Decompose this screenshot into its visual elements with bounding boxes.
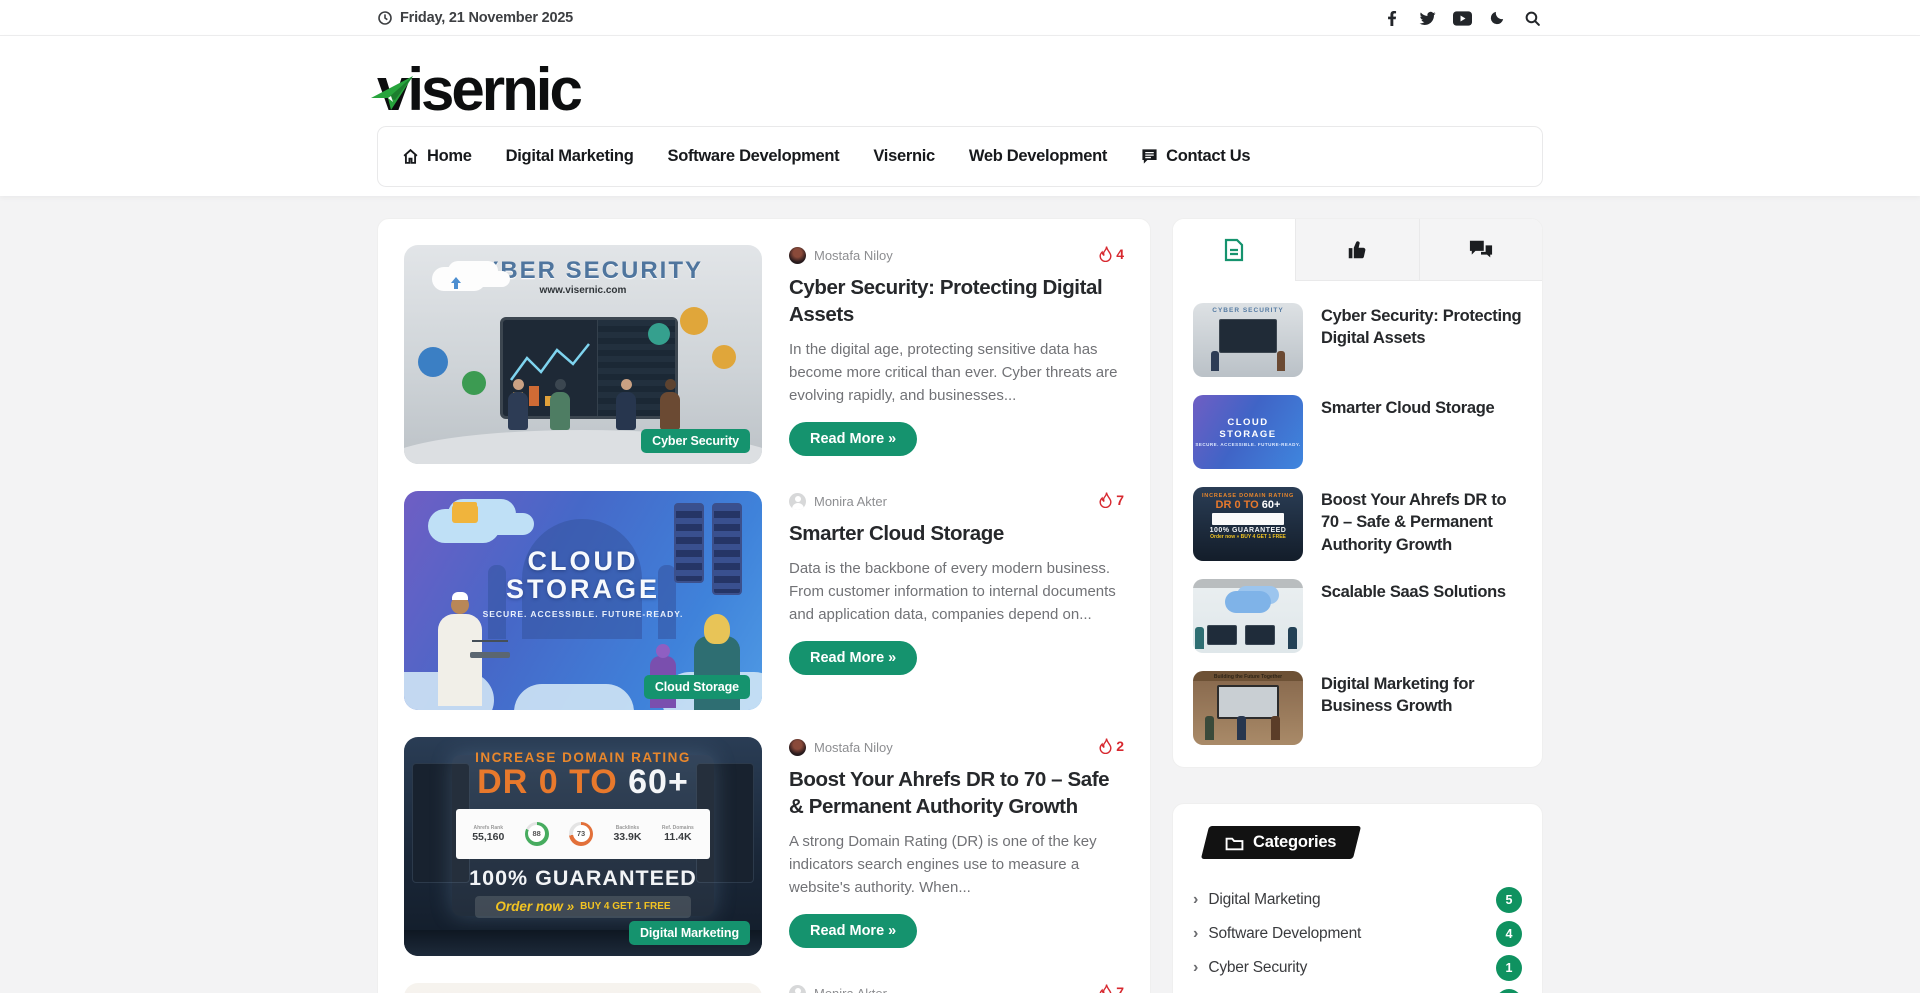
twitter-icon[interactable] xyxy=(1416,7,1438,29)
youtube-icon[interactable] xyxy=(1451,7,1473,29)
author-name[interactable]: Mostafa Niloy xyxy=(814,248,893,263)
author-name[interactable]: Monira Akter xyxy=(814,986,887,993)
date-display: Friday, 21 November 2025 xyxy=(377,10,573,26)
nav-item-software-development[interactable]: Software Development xyxy=(668,147,840,166)
recent-post-cyber-security[interactable]: CYBER SECURITY Cyber Security: Protectin… xyxy=(1193,303,1522,377)
image-heading: CLOUD STORAGE xyxy=(473,547,693,603)
category-digital-marketing[interactable]: › Digital Marketing 5 xyxy=(1193,883,1522,917)
category-count-badge: 4 xyxy=(1496,921,1522,947)
sidebar-widget-categories: Categories › Digital Marketing 5 › Softw… xyxy=(1172,803,1543,993)
nav-item-contact-us[interactable]: Contact Us xyxy=(1141,147,1250,166)
category-count-badge: 5 xyxy=(1496,887,1522,913)
home-icon xyxy=(402,148,419,165)
categories-header: Categories xyxy=(1201,826,1361,859)
chevron-right-icon: › xyxy=(1193,925,1198,943)
facebook-icon[interactable] xyxy=(1381,7,1403,29)
fire-icon xyxy=(1099,984,1112,993)
post-title[interactable]: Smarter Cloud Storage xyxy=(789,520,1124,547)
post-title[interactable]: Boost Your Ahrefs DR to 70 – Safe & Perm… xyxy=(789,766,1124,820)
recent-post-cloud-storage[interactable]: CLOUD STORAGE SECURE. ACCESSIBLE. FUTURE… xyxy=(1193,395,1522,469)
post-partial: Monira Akter 7 xyxy=(404,983,1124,993)
category-count-badge: 1 xyxy=(1496,989,1522,993)
nav-item-web-development[interactable]: Web Development xyxy=(969,147,1107,166)
post-excerpt: Data is the backbone of every modern bus… xyxy=(789,557,1124,626)
guarantee-text: 100% GUARANTEED xyxy=(404,866,762,891)
post-excerpt: In the digital age, protecting sensitive… xyxy=(789,338,1124,407)
post-ahrefs-dr: INCREASE DOMAIN RATING DR 0 TO 60+ Ahref… xyxy=(404,737,1124,956)
category-badge[interactable]: Digital Marketing xyxy=(629,921,750,945)
author-avatar xyxy=(789,493,806,510)
category-cyber-security[interactable]: › Cyber Security 1 xyxy=(1193,951,1522,985)
image-kicker: INCREASE DOMAIN RATING xyxy=(404,737,762,765)
recent-post-saas[interactable]: Scalable SaaS Solutions xyxy=(1193,579,1522,653)
dr-gauge: 73 xyxy=(569,822,593,846)
nav-item-home[interactable]: Home xyxy=(402,147,472,166)
category-domain[interactable]: › Domain 1 xyxy=(1193,985,1522,993)
sidebar-widget-posts: CYBER SECURITY Cyber Security: Protectin… xyxy=(1172,218,1543,768)
clock-icon xyxy=(377,10,393,26)
ahrefs-stats-card: Ahrefs Rank55,160 88 73 Backlinks33.9K R… xyxy=(456,809,710,859)
thumbs-up-icon xyxy=(1346,239,1368,261)
site-header: visernic Home Digital Marketing Software… xyxy=(0,36,1920,196)
read-more-button[interactable]: Read More » xyxy=(789,641,917,675)
author-avatar xyxy=(789,247,806,264)
document-icon xyxy=(1223,238,1245,262)
fire-icon xyxy=(1099,246,1112,262)
category-badge[interactable]: Cyber Security xyxy=(641,429,750,453)
chevron-right-icon: › xyxy=(1193,891,1198,909)
current-date: Friday, 21 November 2025 xyxy=(400,10,573,26)
views-count: 4 xyxy=(1099,246,1124,262)
site-logo[interactable]: visernic xyxy=(377,60,580,120)
post-cyber-security: CYBER SECURITY www.visernic.com xyxy=(404,245,1124,464)
views-count: 7 xyxy=(1099,492,1124,508)
top-bar: Friday, 21 November 2025 xyxy=(0,0,1920,36)
recent-post-thumbnail: Building the Future Together xyxy=(1193,671,1303,745)
read-more-button[interactable]: Read More » xyxy=(789,422,917,456)
sidebar: CYBER SECURITY Cyber Security: Protectin… xyxy=(1172,218,1543,993)
category-software-development[interactable]: › Software Development 4 xyxy=(1193,917,1522,951)
author-avatar xyxy=(789,739,806,756)
recent-post-ahrefs-dr[interactable]: INCREASE DOMAIN RATING DR 0 TO 60+ 100% … xyxy=(1193,487,1522,561)
post-title[interactable]: Cyber Security: Protecting Digital Asset… xyxy=(789,274,1124,328)
recent-post-thumbnail: INCREASE DOMAIN RATING DR 0 TO 60+ 100% … xyxy=(1193,487,1303,561)
author-name[interactable]: Monira Akter xyxy=(814,494,887,509)
recent-post-thumbnail: CLOUD STORAGE SECURE. ACCESSIBLE. FUTURE… xyxy=(1193,395,1303,469)
nav-item-visernic[interactable]: Visernic xyxy=(873,147,935,166)
folder-icon xyxy=(1225,835,1244,851)
read-more-button[interactable]: Read More » xyxy=(789,914,917,948)
recent-posts-list: CYBER SECURITY Cyber Security: Protectin… xyxy=(1173,281,1542,767)
comments-icon xyxy=(1469,239,1493,261)
post-image-ahrefs-dr[interactable]: INCREASE DOMAIN RATING DR 0 TO 60+ Ahref… xyxy=(404,737,762,956)
category-badge[interactable]: Cloud Storage xyxy=(644,675,750,699)
post-feed: CYBER SECURITY www.visernic.com xyxy=(377,218,1151,993)
author-name[interactable]: Mostafa Niloy xyxy=(814,740,893,755)
post-excerpt: A strong Domain Rating (DR) is one of th… xyxy=(789,830,1124,899)
recent-post-thumbnail: CYBER SECURITY xyxy=(1193,303,1303,377)
chevron-right-icon: › xyxy=(1193,959,1198,977)
recent-post-thumbnail xyxy=(1193,579,1303,653)
post-image-partial[interactable] xyxy=(404,983,762,993)
dark-mode-icon[interactable] xyxy=(1486,7,1508,29)
sidebar-tabs xyxy=(1173,219,1542,281)
tab-liked-posts[interactable] xyxy=(1295,219,1418,281)
fire-icon xyxy=(1099,492,1112,508)
views-count: 7 xyxy=(1099,984,1124,993)
categories-list: › Digital Marketing 5 › Software Develop… xyxy=(1193,883,1522,993)
tab-comments[interactable] xyxy=(1419,219,1542,281)
post-image-cyber-security[interactable]: CYBER SECURITY www.visernic.com xyxy=(404,245,762,464)
logo-paper-plane-icon xyxy=(369,72,415,112)
category-count-badge: 1 xyxy=(1496,955,1522,981)
post-image-cloud-storage[interactable]: CLOUD STORAGE SECURE. ACCESSIBLE. FUTURE… xyxy=(404,491,762,710)
views-count: 2 xyxy=(1099,738,1124,754)
fire-icon xyxy=(1099,738,1112,754)
chat-icon xyxy=(1141,148,1158,165)
tab-recent-posts[interactable] xyxy=(1173,219,1295,281)
main-nav: Home Digital Marketing Software Developm… xyxy=(377,126,1543,187)
author-avatar xyxy=(789,985,806,993)
ur-gauge: 88 xyxy=(525,822,549,846)
recent-post-digital-marketing[interactable]: Building the Future Together Digital Mar… xyxy=(1193,671,1522,745)
nav-item-digital-marketing[interactable]: Digital Marketing xyxy=(506,147,634,166)
post-cloud-storage: CLOUD STORAGE SECURE. ACCESSIBLE. FUTURE… xyxy=(404,491,1124,710)
search-icon[interactable] xyxy=(1521,7,1543,29)
